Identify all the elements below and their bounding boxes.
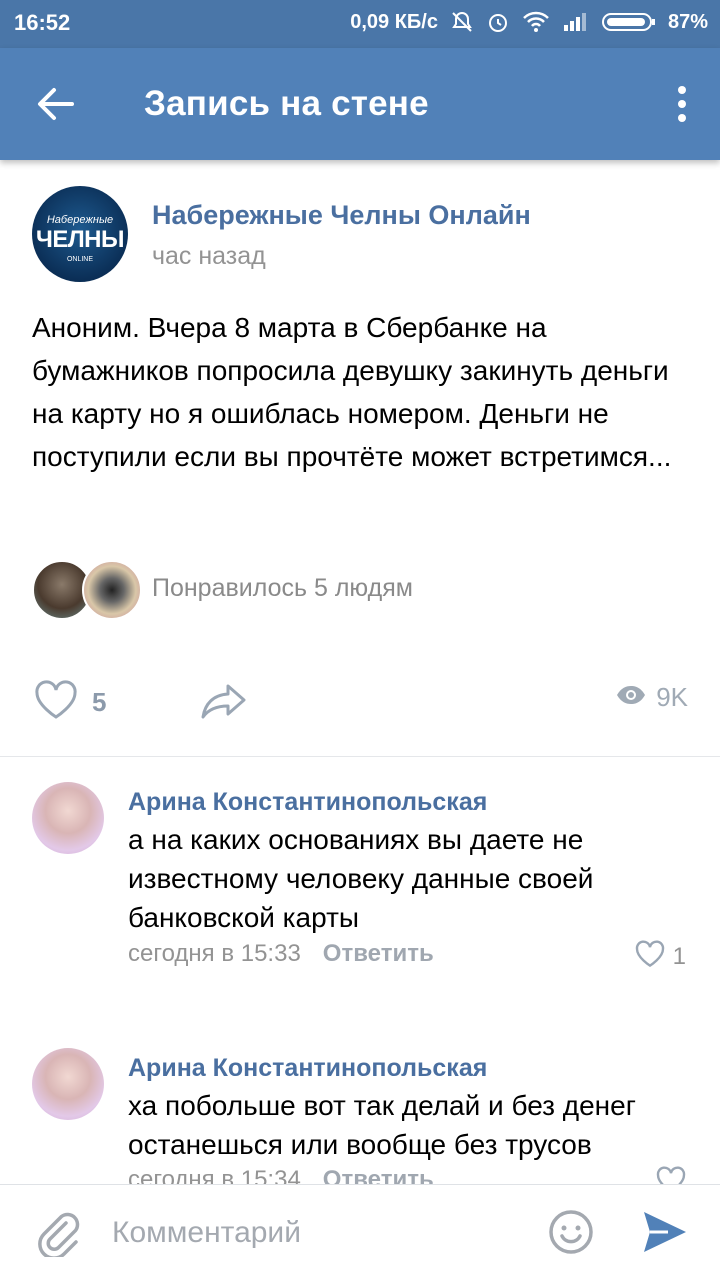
app-bar: Запись на стене (0, 48, 720, 160)
divider (0, 756, 720, 757)
battery-level: 87% (667, 10, 708, 33)
comment-composer (0, 1184, 720, 1281)
comment-text: ха побольше вот так делай и без денег ос… (128, 1090, 636, 1160)
comment-like-button[interactable] (656, 1166, 686, 1184)
logo-line-2: ЧЕЛНЫ (35, 226, 125, 253)
comment-input[interactable] (112, 1211, 512, 1255)
wifi-icon (522, 11, 550, 33)
send-icon[interactable] (640, 1209, 688, 1260)
comment-time: сегодня в 15:34 (128, 1166, 301, 1184)
post-timestamp: час назад (152, 242, 266, 270)
reply-link[interactable]: Ответить (323, 1166, 434, 1184)
views-count: 9K (656, 682, 688, 712)
comment-item: Арина Константинопольская ха побольше во… (0, 1048, 720, 1184)
comment-time: сегодня в 15:33 (128, 940, 301, 967)
paperclip-icon[interactable] (36, 1209, 80, 1262)
comment-meta: сегодня в 15:34 Ответить (128, 1166, 434, 1184)
signal-icon (562, 11, 590, 33)
logo-line-1: Набережные (46, 214, 114, 226)
status-icons: 0,09 КБ/с 87% (350, 10, 708, 34)
network-speed: 0,09 КБ/с (350, 10, 438, 33)
alarm-icon (486, 10, 510, 34)
commenter-avatar[interactable] (32, 782, 104, 854)
like-button[interactable]: 5 (34, 680, 106, 725)
likers-summary: Понравилось 5 людям (152, 574, 413, 602)
post-text: Аноним. Вчера 8 марта в Сбербанке на бум… (32, 312, 672, 472)
commenter-avatar[interactable] (32, 1048, 104, 1120)
comment-meta: сегодня в 15:33 Ответить (128, 940, 434, 968)
like-count: 5 (92, 687, 107, 717)
eye-icon (616, 684, 646, 711)
heart-icon (635, 940, 665, 973)
post-author-link[interactable]: Набережные Челны Онлайн (152, 200, 531, 231)
post-header: Набережные ЧЕЛНЫ ONLINE Набережные Челны… (32, 186, 692, 286)
liker-avatar (82, 560, 142, 620)
comment-author-link[interactable]: Арина Константинопольская (128, 1054, 487, 1083)
arrow-left-icon[interactable] (34, 84, 78, 124)
views-counter: 9K (616, 682, 688, 713)
smile-icon[interactable] (548, 1209, 594, 1260)
comment-text: а на каких основаниях вы даете не извест… (128, 824, 594, 933)
notifications-off-icon (450, 10, 474, 34)
more-vertical-icon[interactable] (674, 84, 690, 124)
battery-icon (601, 11, 656, 33)
heart-icon (656, 1166, 686, 1184)
comment-item: Арина Константинопольская а на каких осн… (0, 782, 720, 982)
status-time: 16:52 (14, 10, 71, 35)
comment-like-count: 1 (672, 942, 686, 970)
status-bar: 16:52 0,09 КБ/с 87% (0, 0, 720, 48)
logo-line-3: ONLINE (66, 256, 94, 263)
page-title: Запись на стене (144, 84, 429, 123)
heart-icon (34, 680, 78, 725)
comment-like-button[interactable]: 1 (635, 940, 686, 973)
post-actions: 5 9K (0, 670, 720, 730)
share-arrow-icon (200, 684, 248, 724)
reply-link[interactable]: Ответить (323, 940, 434, 967)
likers-row[interactable]: Понравилось 5 людям (32, 560, 692, 620)
share-button[interactable] (200, 680, 248, 725)
comment-author-link[interactable]: Арина Константинопольская (128, 788, 487, 817)
community-avatar[interactable]: Набережные ЧЕЛНЫ ONLINE (32, 186, 128, 282)
